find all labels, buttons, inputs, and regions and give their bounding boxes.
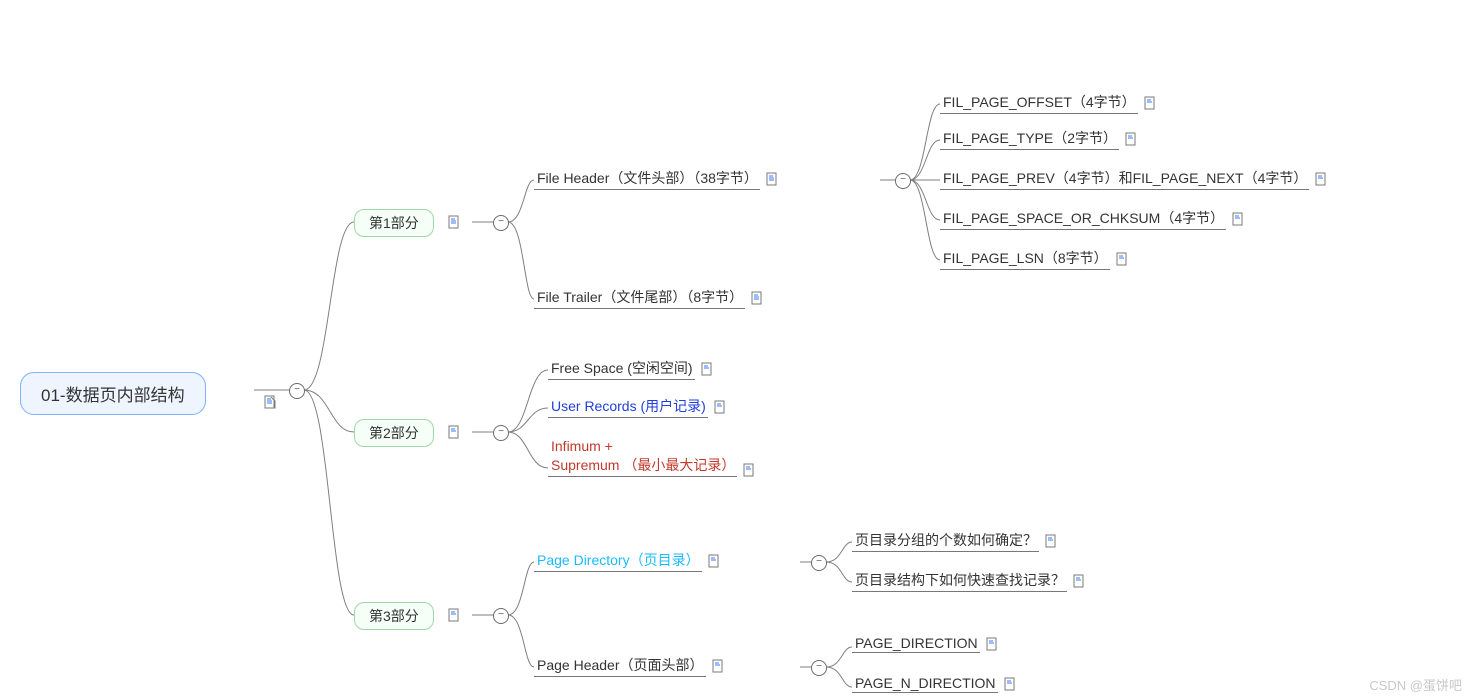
note-icon[interactable] — [1116, 252, 1130, 266]
p1-fh-label: File Header（文件头部）（38字节） — [534, 167, 760, 190]
note-icon[interactable] — [712, 659, 726, 673]
toggle-part2[interactable]: − — [493, 425, 509, 441]
toggle-part3[interactable]: − — [493, 608, 509, 624]
p2-infimum[interactable]: Infimum + Supremum （最小最大记录） — [548, 436, 757, 477]
note-icon[interactable] — [766, 172, 780, 186]
pd-q2-label: 页目录结构下如何快速查找记录？ — [852, 569, 1067, 592]
pd-q2[interactable]: 页目录结构下如何快速查找记录？ — [852, 569, 1087, 592]
fh-type[interactable]: FIL_PAGE_TYPE（2字节） — [940, 127, 1139, 150]
part1-label: 第1部分 — [369, 213, 419, 233]
note-icon[interactable] — [1144, 96, 1158, 110]
pd-q1-label: 页目录分组的个数如何确定？ — [852, 529, 1039, 552]
note-icon[interactable] — [714, 400, 728, 414]
note-icon[interactable] — [743, 463, 757, 477]
p2-free-space[interactable]: Free Space (空闲空间) — [548, 357, 715, 380]
p1-file-trailer[interactable]: File Trailer（文件尾部）（8字节） — [534, 286, 765, 309]
p3-pd-label: Page Directory（页目录） — [534, 549, 702, 572]
note-icon[interactable] — [701, 362, 715, 376]
part3-node[interactable]: 第3部分 — [354, 602, 434, 630]
fh-prevnext[interactable]: FIL_PAGE_PREV（4字节）和FIL_PAGE_NEXT（4字节） — [940, 167, 1329, 190]
toggle-fh[interactable]: − — [895, 173, 911, 189]
fh-prevnext-label: FIL_PAGE_PREV（4字节）和FIL_PAGE_NEXT（4字节） — [940, 167, 1309, 190]
fh-lsn-label: FIL_PAGE_LSN（8字节） — [940, 247, 1110, 270]
note-icon[interactable] — [264, 395, 278, 409]
root-label: 01-数据页内部结构 — [41, 381, 185, 406]
note-icon[interactable] — [1125, 132, 1139, 146]
part3-label: 第3部分 — [369, 606, 419, 626]
root-node[interactable]: 01-数据页内部结构 — [20, 372, 206, 415]
fh-chksum-label: FIL_PAGE_SPACE_OR_CHKSUM（4字节） — [940, 207, 1226, 230]
ph-ndir-label: PAGE_N_DIRECTION — [852, 674, 998, 693]
p2-inf-label: Infimum + Supremum （最小最大记录） — [548, 436, 737, 477]
p1-file-header[interactable]: File Header（文件头部）（38字节） — [534, 167, 780, 190]
p2-user-label: User Records (用户记录) — [548, 395, 708, 418]
toggle-pd[interactable]: − — [811, 555, 827, 571]
part2-label: 第2部分 — [369, 423, 419, 443]
p2-free-label: Free Space (空闲空间) — [548, 357, 695, 380]
note-icon[interactable] — [751, 291, 765, 305]
fh-chksum[interactable]: FIL_PAGE_SPACE_OR_CHKSUM（4字节） — [940, 207, 1246, 230]
fh-lsn[interactable]: FIL_PAGE_LSN（8字节） — [940, 247, 1130, 270]
note-icon[interactable] — [1045, 534, 1059, 548]
note-icon[interactable] — [986, 637, 1000, 651]
note-icon[interactable] — [1315, 172, 1329, 186]
note-icon[interactable] — [448, 608, 462, 622]
ph-dir[interactable]: PAGE_DIRECTION — [852, 634, 1000, 653]
fh-offset-label: FIL_PAGE_OFFSET（4字节） — [940, 91, 1138, 114]
pd-q1[interactable]: 页目录分组的个数如何确定？ — [852, 529, 1059, 552]
p2-user-records[interactable]: User Records (用户记录) — [548, 395, 728, 418]
part2-node[interactable]: 第2部分 — [354, 419, 434, 447]
part1-node[interactable]: 第1部分 — [354, 209, 434, 237]
note-icon[interactable] — [1073, 574, 1087, 588]
p3-page-directory[interactable]: Page Directory（页目录） — [534, 549, 722, 572]
note-icon[interactable] — [448, 425, 462, 439]
note-icon[interactable] — [708, 554, 722, 568]
p3-ph-label: Page Header（页面头部） — [534, 654, 706, 677]
ph-ndir[interactable]: PAGE_N_DIRECTION — [852, 674, 1018, 693]
note-icon[interactable] — [1232, 212, 1246, 226]
watermark: CSDN @蛋饼吧 — [1369, 675, 1462, 694]
toggle-root[interactable]: − — [289, 383, 305, 399]
p1-ft-label: File Trailer（文件尾部）（8字节） — [534, 286, 745, 309]
toggle-part1[interactable]: − — [493, 215, 509, 231]
connectors — [0, 0, 1470, 698]
ph-dir-label: PAGE_DIRECTION — [852, 634, 980, 653]
fh-offset[interactable]: FIL_PAGE_OFFSET（4字节） — [940, 91, 1158, 114]
note-icon[interactable] — [1004, 677, 1018, 691]
note-icon[interactable] — [448, 215, 462, 229]
toggle-ph[interactable]: − — [811, 660, 827, 676]
p3-page-header[interactable]: Page Header（页面头部） — [534, 654, 726, 677]
fh-type-label: FIL_PAGE_TYPE（2字节） — [940, 127, 1119, 150]
